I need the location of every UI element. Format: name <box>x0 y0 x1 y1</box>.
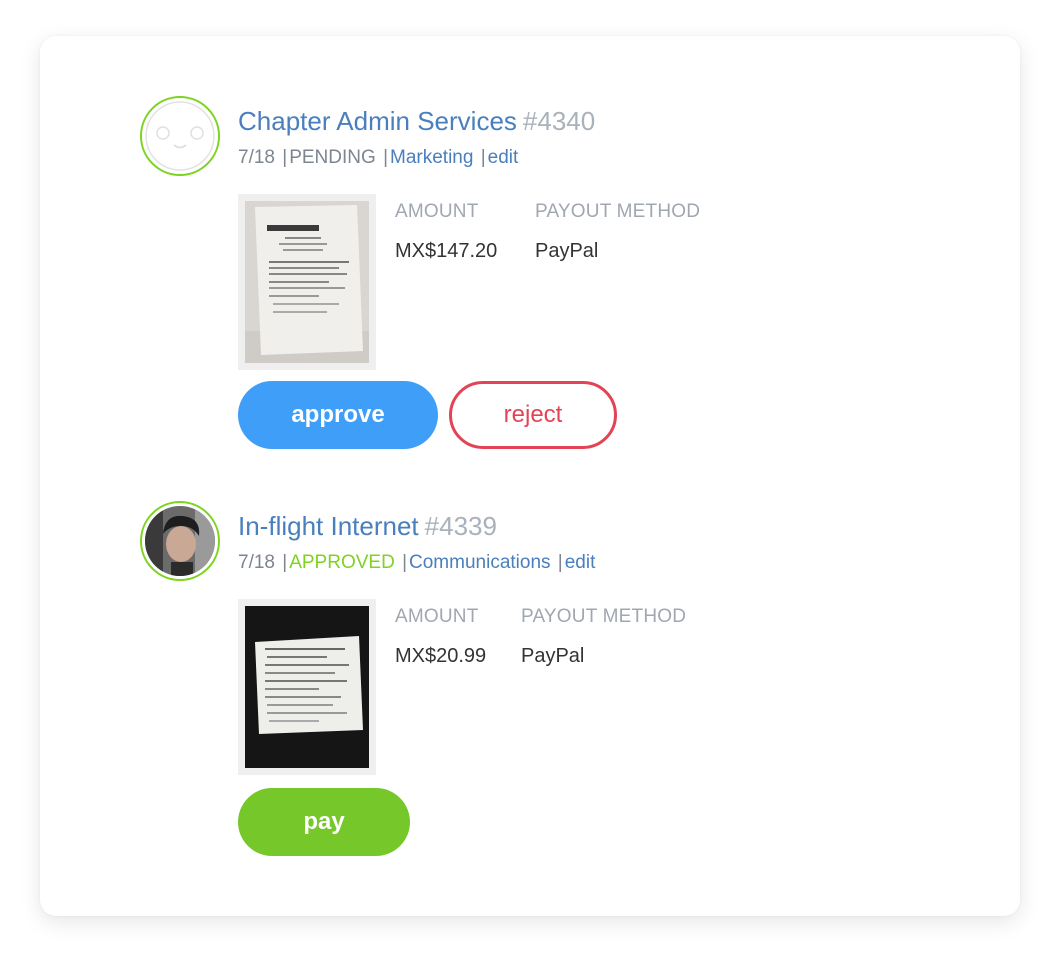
separator: | <box>282 147 288 168</box>
payout-value: PayPal <box>521 645 585 667</box>
receipt-thumbnail[interactable] <box>238 194 376 370</box>
separator: | <box>282 552 288 573</box>
reject-button[interactable]: reject <box>449 381 617 449</box>
separator: | <box>480 147 486 168</box>
expense-date: 7/18 <box>238 552 275 573</box>
payout-label: PAYOUT METHOD <box>535 201 701 222</box>
expense-title-line: In-flight Internet #4339 <box>238 511 497 542</box>
separator: | <box>557 552 563 573</box>
expense-title-line: Chapter Admin Services #4340 <box>238 106 595 137</box>
amount-label: AMOUNT <box>395 201 479 222</box>
expense-id: #4340 <box>522 106 596 136</box>
separator: | <box>402 552 408 573</box>
expense-category-link[interactable]: Marketing <box>390 147 473 168</box>
default-avatar-icon[interactable] <box>140 96 220 176</box>
amount-value: MX$20.99 <box>395 645 487 667</box>
expense-meta: 7/18 | PENDING | Marketing | edit <box>238 147 518 169</box>
edit-link[interactable]: edit <box>488 147 519 168</box>
payout-label: PAYOUT METHOD <box>521 606 687 627</box>
user-photo-avatar[interactable] <box>140 501 220 581</box>
expense-date: 7/18 <box>238 147 275 168</box>
separator: | <box>383 147 388 168</box>
edit-link[interactable]: edit <box>565 552 596 573</box>
payout-field: PAYOUT METHOD PayPal <box>521 606 686 668</box>
expense-meta: 7/18 | APPROVED | Communications | edit <box>238 552 595 574</box>
expense-category-link[interactable]: Communications <box>409 552 551 573</box>
expense-id: #4339 <box>424 511 497 541</box>
amount-value: MX$147.20 <box>395 240 498 262</box>
expense-title-link[interactable]: Chapter Admin Services <box>238 106 517 136</box>
receipt-thumbnail[interactable] <box>238 599 376 775</box>
payout-field: PAYOUT METHOD PayPal <box>535 201 700 263</box>
expense-status: PENDING <box>289 147 376 168</box>
payout-value: PayPal <box>535 240 599 262</box>
amount-label: AMOUNT <box>395 606 479 627</box>
expense-title-link[interactable]: In-flight Internet <box>238 511 419 541</box>
amount-field: AMOUNT MX$20.99 <box>395 606 486 668</box>
expense-status: APPROVED <box>289 552 395 573</box>
approve-button[interactable]: approve <box>238 381 438 449</box>
expenses-card: Chapter Admin Services #4340 7/18 | PENDIN… <box>40 36 1020 916</box>
amount-field: AMOUNT MX$147.20 <box>395 201 497 263</box>
pay-button[interactable]: pay <box>238 788 410 856</box>
